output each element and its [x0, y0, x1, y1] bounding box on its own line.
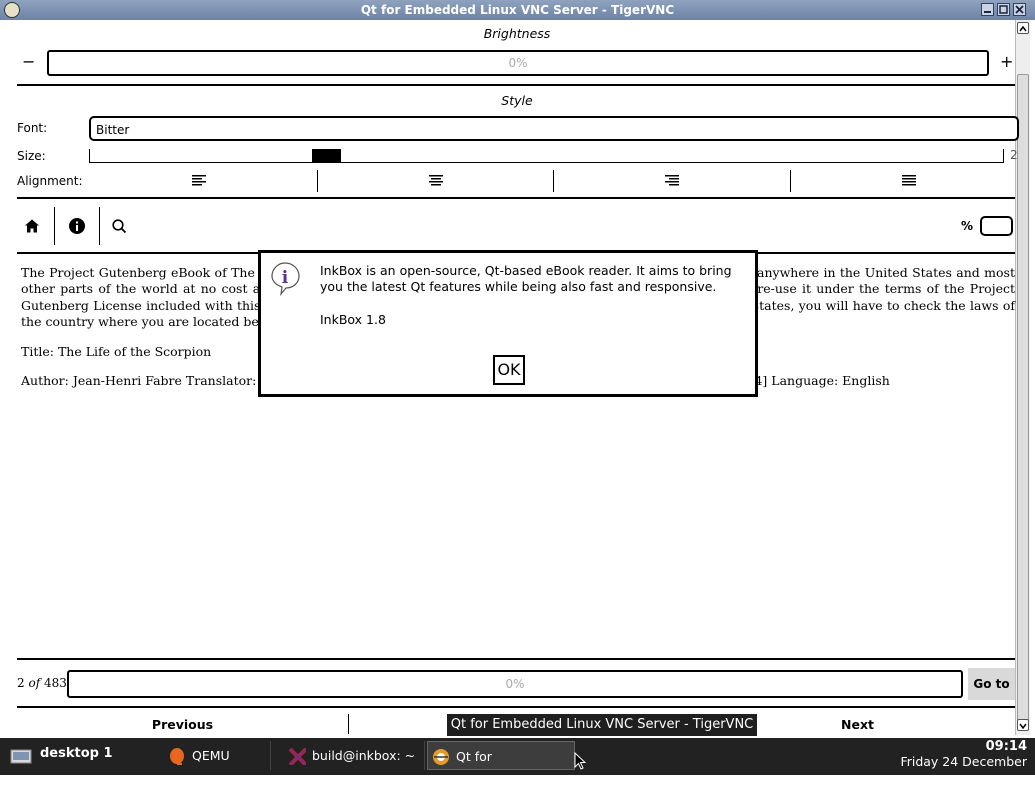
minimize-button[interactable]: [981, 3, 994, 16]
scroll-up-button[interactable]: [1017, 22, 1029, 34]
brightness-decrease-button[interactable]: −: [22, 52, 38, 71]
size-slider-handle[interactable]: [312, 149, 341, 162]
taskbar-tooltip: Qt for Embedded Linux VNC Server - Tiger…: [447, 714, 757, 736]
right-align-icon: [665, 175, 679, 186]
close-button[interactable]: [1013, 3, 1026, 16]
info-button[interactable]: [59, 208, 95, 244]
font-select[interactable]: Bitter: [89, 116, 1019, 141]
style-heading: Style: [501, 93, 533, 108]
taskbar-item-qemu[interactable]: QEMU: [164, 741, 271, 770]
divider: [348, 714, 349, 734]
minimize-icon: [984, 11, 991, 13]
dialog-message: InkBox is an open-source, Qt-based eBook…: [320, 263, 732, 294]
align-left-button[interactable]: [81, 170, 317, 192]
home-button[interactable]: [14, 208, 50, 244]
divider: [17, 658, 1015, 660]
brightness-value: 0%: [508, 56, 528, 70]
taskbar-item-label: Qt for Embedded...: [456, 749, 536, 793]
reading-progress-bar: 0%: [67, 670, 963, 698]
show-desktop-icon[interactable]: [10, 749, 32, 765]
taskbar-item-label: build@inkbox: ~: [312, 748, 416, 763]
taskbar-item-terminal[interactable]: build@inkbox: ~: [284, 741, 425, 770]
close-icon: [1015, 5, 1024, 14]
chevron-down-icon: [1019, 723, 1027, 730]
ok-button[interactable]: OK: [493, 355, 525, 385]
size-label: Size:: [17, 149, 46, 163]
mouse-cursor-icon: [574, 752, 586, 770]
page-indicator: 2 of 483: [17, 676, 67, 690]
align-right-button[interactable]: [554, 170, 790, 192]
about-dialog[interactable]: i InkBox is an open-source, Qt-based eBo…: [258, 250, 758, 397]
size-slider-edge-text: 2: [1010, 148, 1018, 162]
center-align-icon: [429, 175, 443, 186]
brightness-bar[interactable]: 0%: [47, 50, 989, 76]
reading-progress-value: 0%: [505, 677, 525, 691]
info-icon: [69, 218, 85, 234]
info-balloon-icon: i: [271, 262, 300, 297]
svg-text:i: i: [282, 268, 289, 288]
total-pages: 483: [43, 676, 67, 690]
percent-label: %: [961, 219, 974, 233]
previous-button[interactable]: Previous: [17, 717, 348, 735]
clock-time: 09:14: [985, 739, 1027, 754]
home-icon: [25, 219, 39, 233]
scroll-down-button[interactable]: [1017, 719, 1029, 731]
align-center-button[interactable]: [318, 170, 554, 192]
window-titlebar[interactable]: Qt for Embedded Linux VNC Server - Tiger…: [0, 0, 1035, 20]
font-select-value: Bitter: [96, 123, 130, 137]
chevron-up-icon: [1019, 25, 1027, 32]
taskbar-item-tigervnc[interactable]: Qt for Embedded...: [427, 741, 575, 793]
percent-input[interactable]: [980, 216, 1013, 236]
alignment-label: Alignment:: [17, 174, 83, 188]
left-align-icon: [192, 175, 206, 186]
clock[interactable]: 09:14 Friday 24 December: [900, 739, 1027, 769]
tigervnc-icon: [433, 749, 449, 765]
divider: [17, 706, 1015, 708]
justify-align-icon: [902, 175, 916, 186]
desktop-switcher[interactable]: desktop 1: [40, 746, 113, 761]
search-icon: [112, 219, 126, 233]
divider: [99, 207, 100, 245]
qemu-icon: [170, 748, 184, 765]
maximize-icon: [999, 5, 1008, 14]
dialog-version: InkBox 1.8: [320, 312, 386, 327]
taskbar-item-label: QEMU: [192, 748, 230, 763]
xterm-icon: [288, 747, 306, 765]
divider: [17, 84, 1015, 86]
taskbar: desktop 1 QEMU build@inkbox: ~ Qt for Em…: [0, 738, 1035, 793]
font-label: Font:: [17, 121, 48, 135]
align-justify-button[interactable]: [791, 170, 1027, 192]
maximize-button[interactable]: [997, 3, 1010, 16]
search-button[interactable]: [101, 208, 137, 244]
brightness-increase-button[interactable]: +: [1000, 52, 1016, 71]
size-slider[interactable]: [89, 149, 1004, 163]
brightness-heading: Brightness: [483, 26, 551, 41]
clock-date: Friday 24 December: [900, 754, 1027, 769]
current-page: 2: [17, 676, 25, 690]
goto-button[interactable]: Go to: [968, 668, 1015, 700]
divider: [54, 207, 55, 245]
page-of-text: of: [28, 676, 41, 690]
window-title: Qt for Embedded Linux VNC Server - Tiger…: [360, 3, 675, 17]
divider: [17, 197, 1015, 199]
